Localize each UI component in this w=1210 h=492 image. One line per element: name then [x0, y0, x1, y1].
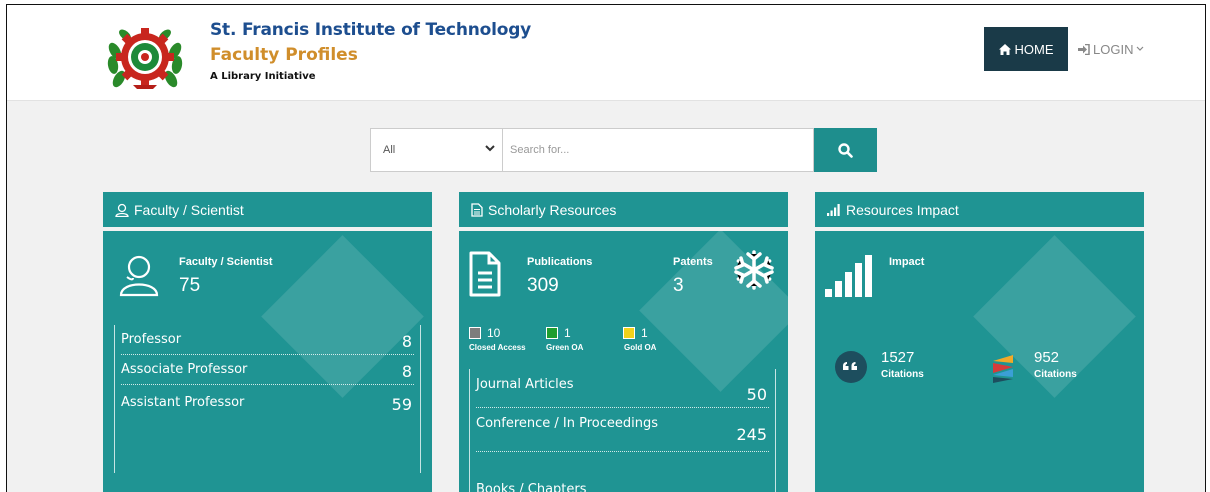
scholarly-panel-header: Scholarly Resources	[459, 192, 788, 227]
list-item[interactable]: Conference / In Proceedings 245	[476, 408, 769, 452]
file-text-icon	[471, 202, 483, 217]
search-input[interactable]: Search for...	[503, 128, 814, 172]
publications-value: 309	[527, 275, 559, 296]
row-value: 50	[746, 385, 767, 404]
faculty-breakdown-list: Professor 8 Associate Professor 8 Assist…	[114, 325, 421, 473]
list-item[interactable]: Assistant Professor 59	[121, 387, 414, 417]
row-label: Conference / In Proceedings	[476, 416, 659, 431]
nav-home-label: HOME	[1014, 41, 1054, 57]
row-value: 245	[736, 425, 767, 444]
gold-oa-count: 1	[641, 326, 648, 340]
list-item[interactable]: Journal Articles 50	[476, 369, 769, 408]
patents-label: Patents	[673, 256, 713, 268]
crossref-icon	[993, 355, 1013, 383]
list-item[interactable]: Books / Chapters	[476, 452, 769, 492]
impact-panel-title: Resources Impact	[846, 201, 959, 218]
scholarly-panel-title: Scholarly Resources	[488, 201, 617, 218]
list-item[interactable]: Associate Professor 8	[121, 355, 414, 385]
search-icon	[838, 142, 853, 158]
search-bar: All Search for...	[370, 128, 877, 172]
green-oa-swatch	[546, 327, 558, 339]
gold-oa-swatch	[623, 327, 635, 339]
search-category-value: All	[383, 144, 396, 156]
crossref-citations-label: Citations	[1034, 369, 1077, 380]
faculty-panel-body: Faculty / Scientist 75 Professor 8 Assoc…	[103, 231, 432, 492]
sign-in-icon	[1078, 43, 1090, 55]
faculty-stat-value: 75	[179, 275, 201, 296]
closed-access-swatch	[469, 327, 481, 339]
citations-label: Citations	[881, 369, 924, 380]
institute-logo[interactable]	[107, 23, 183, 89]
search-category-select[interactable]: All	[370, 128, 503, 172]
closed-access-count: 10	[487, 326, 501, 340]
chevron-down-icon	[485, 145, 495, 152]
row-label: Associate Professor	[121, 362, 248, 377]
quote-icon	[835, 351, 867, 383]
search-placeholder: Search for...	[510, 144, 570, 156]
citations-value: 1527	[881, 349, 915, 366]
row-label: Journal Articles	[476, 377, 574, 392]
faculty-stat-label: Faculty / Scientist	[179, 256, 273, 268]
institute-name: St. Francis Institute of Technology	[210, 20, 532, 40]
scholarly-panel: Scholarly Resources Publications 309 Pat…	[459, 192, 788, 492]
site-title: Faculty Profiles	[210, 45, 358, 65]
chevron-down-icon	[1137, 46, 1144, 51]
patents-value: 3	[673, 275, 684, 296]
closed-access-label[interactable]: Closed Access	[469, 343, 526, 352]
search-button[interactable]	[814, 128, 877, 172]
row-label: Assistant Professor	[121, 395, 245, 410]
list-item[interactable]: Professor 8	[121, 325, 414, 355]
signal-strength-icon	[825, 255, 872, 297]
green-oa-label[interactable]: Green OA	[546, 343, 583, 352]
signal-icon	[827, 203, 840, 216]
document-icon	[469, 251, 501, 297]
crossref-citations-value: 952	[1034, 349, 1060, 366]
row-value: 59	[391, 395, 412, 414]
row-value: 8	[401, 332, 412, 351]
publications-label: Publications	[527, 256, 593, 268]
nav-home-button[interactable]: HOME	[984, 27, 1068, 71]
green-oa-count: 1	[564, 326, 571, 340]
nav-login-label: LOGIN	[1093, 41, 1134, 57]
faculty-panel: Faculty / Scientist Faculty / Scientist …	[103, 192, 432, 492]
faculty-panel-header: Faculty / Scientist	[103, 192, 432, 227]
snowflake-icon	[734, 250, 774, 290]
tagline: A Library Initiative	[210, 71, 316, 82]
scholarly-panel-body: Publications 309 Patents 3 10 Closed Acc…	[459, 231, 788, 492]
user-icon	[115, 203, 129, 217]
impact-panel-body: Impact 1527 Citations 952 Citations	[815, 231, 1144, 492]
home-icon	[998, 43, 1011, 55]
impact-panel-header: Resources Impact	[815, 192, 1144, 227]
row-value: 8	[401, 362, 412, 381]
row-label: Books / Chapters	[476, 482, 587, 492]
impact-panel: Resources Impact Impact 1527 Citations 9…	[815, 192, 1144, 492]
row-label: Professor	[121, 332, 182, 347]
page-frame: St. Francis Institute of Technology Facu…	[6, 4, 1206, 492]
nav-login-dropdown[interactable]: LOGIN	[1078, 27, 1144, 71]
resource-type-list: Journal Articles 50 Conference / In Proc…	[469, 369, 776, 492]
faculty-panel-title: Faculty / Scientist	[134, 201, 244, 218]
impact-stat-label: Impact	[889, 256, 925, 268]
gold-oa-label[interactable]: Gold OA	[624, 343, 656, 352]
site-header: St. Francis Institute of Technology Facu…	[7, 5, 1205, 101]
user-outline-icon	[119, 255, 159, 297]
